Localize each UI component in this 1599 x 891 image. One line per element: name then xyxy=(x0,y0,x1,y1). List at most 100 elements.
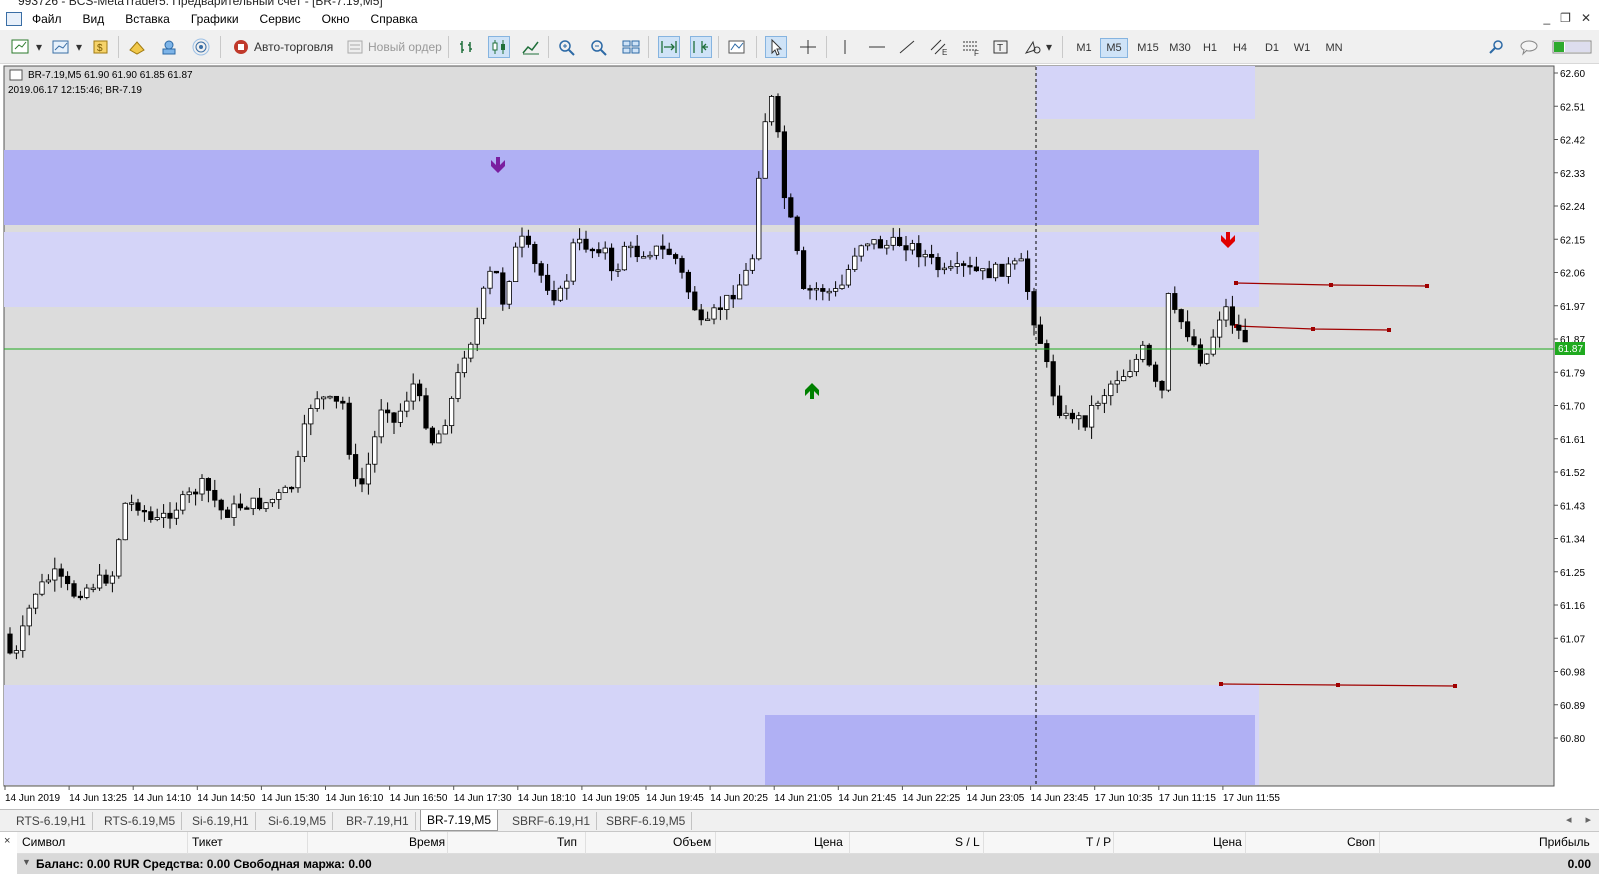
col-ticket[interactable]: Тикет xyxy=(192,835,223,849)
candle-body xyxy=(192,491,199,495)
balance-row[interactable]: ▼ Баланс: 0.00 RUR Средства: 0.00 Свобод… xyxy=(17,854,1599,874)
crosshair-icon[interactable] xyxy=(797,36,819,58)
chevron-down-icon[interactable]: ▾ xyxy=(74,36,84,58)
col-price[interactable]: Цена xyxy=(814,835,843,849)
tile-windows-icon[interactable] xyxy=(620,36,642,58)
text-tool-icon[interactable]: T xyxy=(990,36,1012,58)
tab-scroll-right-icon[interactable]: ▸ xyxy=(1585,813,1591,826)
new-order-button[interactable]: Новый ордер xyxy=(342,36,446,58)
menu-view[interactable]: Вид xyxy=(83,12,105,26)
candle-body xyxy=(1076,415,1082,420)
search-icon[interactable] xyxy=(1486,36,1508,58)
timeframe-m5[interactable]: M5 xyxy=(1100,38,1128,58)
navigator-icon[interactable] xyxy=(126,36,148,58)
level-anchor[interactable] xyxy=(1425,284,1429,288)
zone-rectangle[interactable] xyxy=(4,232,1259,307)
autoscroll-icon[interactable] xyxy=(658,36,680,58)
restore-icon[interactable]: ❐ xyxy=(1560,11,1571,25)
tab-scroll-left-icon[interactable]: ◂ xyxy=(1566,813,1572,826)
level-anchor[interactable] xyxy=(1234,281,1238,285)
chart-window[interactable]: 62.60 62.51 62.42 62.33 62.24 62.15 62.06 61.97… xyxy=(0,64,1599,809)
zone-rectangle[interactable] xyxy=(765,715,1255,785)
candle-body xyxy=(77,595,83,599)
indicators-icon[interactable] xyxy=(726,36,748,58)
candlestick-icon[interactable] xyxy=(488,36,510,58)
col-volume[interactable]: Объем xyxy=(673,835,711,849)
cursor-icon[interactable] xyxy=(765,36,787,58)
timeframe-w1[interactable]: W1 xyxy=(1288,38,1316,58)
market-watch-icon[interactable]: $ xyxy=(90,36,112,58)
line-chart-icon[interactable] xyxy=(520,36,542,58)
level-anchor[interactable] xyxy=(1336,683,1340,687)
level-anchor[interactable] xyxy=(1219,682,1223,686)
timeframe-h1[interactable]: H1 xyxy=(1196,38,1224,58)
new-chart-icon[interactable] xyxy=(10,36,32,58)
timeframe-m30[interactable]: M30 xyxy=(1164,38,1196,58)
chat-icon[interactable] xyxy=(1518,36,1540,58)
level-anchor[interactable] xyxy=(1453,684,1457,688)
menu-window[interactable]: Окно xyxy=(322,12,350,26)
menu-insert[interactable]: Вставка xyxy=(125,12,170,26)
col-symbol[interactable]: Символ xyxy=(22,835,65,849)
level-anchor[interactable] xyxy=(1387,328,1391,332)
timeframe-mn[interactable]: MN xyxy=(1320,38,1348,58)
col-current-price[interactable]: Цена xyxy=(1213,835,1242,849)
tab-br-h1[interactable]: BR-7.19,H1 xyxy=(340,812,416,830)
level-anchor[interactable] xyxy=(1311,327,1315,331)
tab-si-m5[interactable]: Si-6.19,M5 xyxy=(262,812,334,830)
price-axis-label: 62.06 xyxy=(1560,269,1585,280)
price-axis-label: 62.60 xyxy=(1560,69,1585,80)
candle-body xyxy=(269,499,276,504)
tab-sbrf-m5[interactable]: SBRF-6.19,M5 xyxy=(600,812,693,830)
menu-help[interactable]: Справка xyxy=(371,12,418,26)
timeframe-d1[interactable]: D1 xyxy=(1258,38,1286,58)
horizontal-line-icon[interactable] xyxy=(866,36,888,58)
zone-rectangle[interactable] xyxy=(4,150,1259,225)
menu-file[interactable]: Файл xyxy=(32,12,62,26)
chevron-down-icon[interactable]: ▾ xyxy=(1044,36,1054,58)
tab-br-m5[interactable]: BR-7.19,M5 xyxy=(420,810,499,831)
fibonacci-icon[interactable]: F xyxy=(960,36,982,58)
signals-icon[interactable] xyxy=(158,36,180,58)
autotrade-button[interactable]: Авто-торговля xyxy=(228,36,337,58)
trendline-icon[interactable] xyxy=(896,36,918,58)
app-icon[interactable] xyxy=(6,12,22,26)
timeframe-m15[interactable]: M15 xyxy=(1132,38,1164,58)
col-swap[interactable]: Своп xyxy=(1347,835,1375,849)
col-sl[interactable]: S / L xyxy=(955,835,980,849)
col-type[interactable]: Тип xyxy=(557,835,577,849)
timeframe-m1[interactable]: M1 xyxy=(1070,38,1098,58)
col-time[interactable]: Время xyxy=(409,835,445,849)
collapse-arrow-icon[interactable]: ▼ xyxy=(22,857,31,867)
tab-rts-h1[interactable]: RTS-6.19,H1 xyxy=(10,812,93,830)
bar-chart-icon[interactable] xyxy=(456,36,478,58)
chevron-down-icon[interactable]: ▾ xyxy=(34,36,44,58)
equidistant-channel-icon[interactable]: E xyxy=(928,36,950,58)
radio-signal-icon[interactable] xyxy=(190,36,212,58)
connection-status-icon[interactable] xyxy=(1552,36,1592,58)
zoom-in-icon[interactable] xyxy=(556,36,578,58)
close-icon[interactable]: ✕ xyxy=(1581,11,1591,25)
vertical-line-icon[interactable] xyxy=(834,36,856,58)
col-tp[interactable]: T / P xyxy=(1086,835,1111,849)
candle-body xyxy=(128,502,135,505)
close-icon[interactable]: × xyxy=(4,835,10,847)
menu-tools[interactable]: Сервис xyxy=(260,12,301,26)
shapes-icon[interactable] xyxy=(1022,36,1044,58)
zone-rectangle[interactable] xyxy=(1036,66,1255,119)
profiles-icon[interactable] xyxy=(50,36,72,58)
price-chart[interactable]: 62.60 62.51 62.42 62.33 62.24 62.15 62.06 61.97… xyxy=(0,64,1599,809)
zoom-out-icon[interactable] xyxy=(588,36,610,58)
menu-charts[interactable]: Графики xyxy=(191,12,239,26)
minimize-icon[interactable]: _ xyxy=(1543,11,1550,25)
tab-sbrf-h1[interactable]: SBRF-6.19,H1 xyxy=(506,812,598,830)
chart-shift-icon[interactable] xyxy=(690,36,712,58)
tab-si-h1[interactable]: Si-6.19,H1 xyxy=(186,812,256,830)
col-profit[interactable]: Прибыль xyxy=(1539,835,1590,849)
candle-body xyxy=(1089,405,1095,428)
level-anchor[interactable] xyxy=(1329,283,1333,287)
window-title: 993726 - BCS-MetaTrader5: Предварительны… xyxy=(18,0,383,8)
timeframe-h4[interactable]: H4 xyxy=(1226,38,1254,58)
tab-rts-m5[interactable]: RTS-6.19,M5 xyxy=(98,812,183,830)
candle-body xyxy=(769,96,775,123)
